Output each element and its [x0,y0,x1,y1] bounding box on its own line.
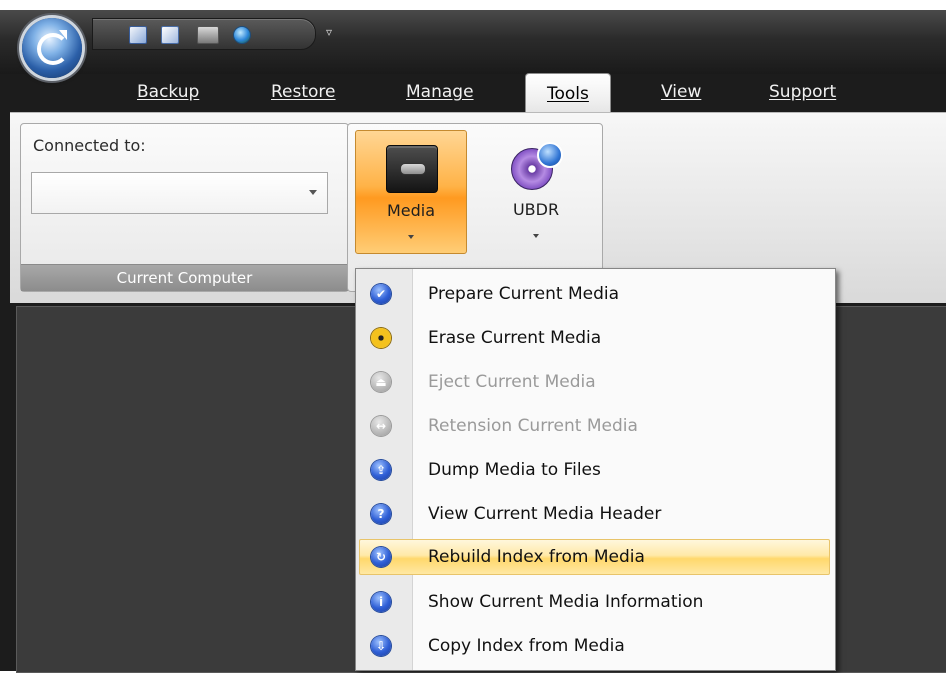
ubdr-button-label: UBDR [512,200,560,219]
title-bar: ▿ [0,10,946,74]
tab-support[interactable]: Support [769,82,836,102]
tab-backup[interactable]: Backup [137,82,199,102]
tape-media-icon [386,145,438,193]
internet-icon[interactable] [233,26,251,44]
menu-item-view-current-media-header[interactable]: ? View Current Media Header [359,496,830,532]
backup-job-icon[interactable] [129,26,147,44]
dump-files-icon: ⇪ [371,460,391,480]
info-icon: i [371,592,391,612]
media-button[interactable]: Media [355,130,467,254]
menu-item-prepare-current-media[interactable]: ✔ Prepare Current Media [359,276,830,312]
menu-item-copy-index-from-media[interactable]: ⇩ Copy Index from Media [359,628,830,664]
checkmark-icon: ✔ [371,284,391,304]
media-tools-group: Media UBDR [347,123,603,292]
dropdown-arrow-icon [533,234,539,238]
chevron-down-icon [309,190,317,195]
current-computer-group: Connected to: Current Computer [20,123,349,292]
retension-icon: ↔ [371,416,391,436]
menu-item-dump-media-to-files[interactable]: ⇪ Dump Media to Files [359,452,830,488]
menu-item-erase-current-media[interactable]: Erase Current Media [359,320,830,356]
ribbon-tabs: Backup Restore Manage Tools View Support [0,73,946,112]
quick-access-more-icon[interactable]: ▿ [326,26,332,38]
menu-item-rebuild-index-from-media[interactable]: ↻ Rebuild Index from Media [359,539,830,575]
tab-manage[interactable]: Manage [406,82,474,102]
ubdr-button[interactable]: UBDR [481,130,591,252]
menu-item-eject-current-media[interactable]: ⏏ Eject Current Media [359,364,830,400]
eject-icon: ⏏ [371,372,391,392]
devices-icon[interactable] [197,26,219,44]
disc-restore-icon [511,142,563,192]
tab-tools[interactable]: Tools [525,73,611,112]
help-icon: ? [371,504,391,524]
tab-view[interactable]: View [661,82,701,102]
dropdown-arrow-icon [408,235,414,239]
media-dropdown-menu: ✔ Prepare Current Media Erase Current Me… [355,268,836,671]
rebuild-icon: ↻ [371,547,391,567]
restore-job-icon[interactable] [161,26,179,44]
media-button-label: Media [386,201,436,220]
menu-item-show-current-media-information[interactable]: i Show Current Media Information [359,584,830,620]
tab-restore[interactable]: Restore [271,82,336,102]
copy-down-icon: ⇩ [371,636,391,656]
application-menu-button[interactable] [22,18,82,78]
connected-to-label: Connected to: [33,136,146,155]
quick-access-toolbar [92,18,316,50]
menu-item-retension-current-media[interactable]: ↔ Retension Current Media [359,408,830,444]
radiation-icon [371,328,391,348]
group-label-current-computer: Current Computer [21,264,348,291]
app-window: ▿ Backup Restore Manage Tools View Suppo… [0,10,946,673]
connected-computer-combo[interactable] [31,172,328,214]
